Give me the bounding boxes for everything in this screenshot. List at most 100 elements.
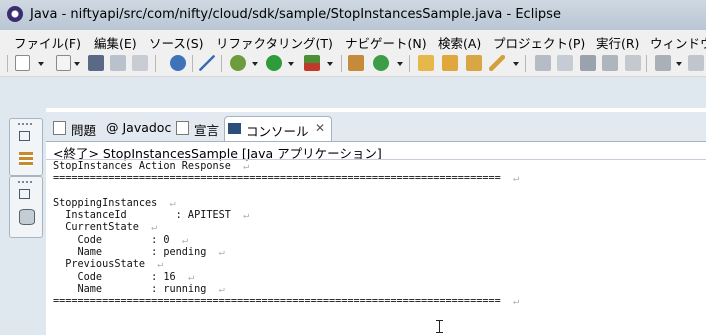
eclipse-icon (7, 6, 23, 22)
external-tools-dropdown-icon[interactable] (327, 62, 333, 66)
prev-annotation-icon[interactable] (602, 55, 618, 71)
console-line-text: InstanceId : APITEST (53, 210, 231, 222)
left-trim-area (0, 108, 46, 335)
toolbar-separator (525, 55, 526, 72)
tab-console[interactable]: コンソール ✕ (224, 116, 332, 141)
open-type-icon[interactable] (56, 55, 71, 71)
console-output[interactable]: StopInstances Action Response ↵ =========… (53, 161, 519, 309)
database-icon[interactable] (19, 209, 35, 225)
console-line: Code : 16 ↵ (53, 272, 519, 284)
nav-icon[interactable] (688, 55, 704, 71)
settings-icon[interactable] (170, 55, 186, 71)
menu-bar: ファイル(F) 編集(E) ソース(S) リファクタリング(T) ナビゲート(N… (0, 30, 706, 51)
external-tools-icon[interactable] (304, 55, 320, 71)
console-line: ========================================… (53, 173, 519, 185)
console-line-text: Code : 0 (53, 234, 170, 246)
window-title: Java - niftyapi/src/com/nifty/cloud/sdk/… (30, 7, 561, 22)
toolbar-separator (221, 55, 222, 72)
debug-dropdown-icon[interactable] (252, 62, 258, 66)
columns-icon[interactable] (625, 55, 641, 71)
print-icon[interactable] (132, 55, 148, 71)
save-all-icon[interactable] (110, 55, 126, 71)
console-view: <終了> StopInstancesSample [Java アプリケーション]… (46, 141, 706, 336)
toolbar-separator (192, 55, 193, 72)
declaration-icon (176, 121, 189, 135)
menu-edit[interactable]: 編集(E) (94, 33, 137, 52)
main-toolbar (0, 51, 706, 77)
console-line-text: CurrentState (53, 222, 139, 234)
back-icon[interactable] (655, 55, 671, 71)
console-line: Name : pending ↵ (53, 247, 519, 259)
console-line-text: Code : 16 (53, 271, 176, 283)
console-line: StoppingInstances ↵ (53, 198, 519, 210)
console-line-text: Name : pending (53, 247, 207, 259)
tab-problems[interactable]: 問題 (50, 116, 100, 140)
menu-source[interactable]: ソース(S) (149, 33, 204, 52)
tab-declaration-label: 宣言 (194, 123, 220, 138)
run-dropdown-icon[interactable] (288, 62, 294, 66)
console-line-text: ========================================… (53, 173, 501, 185)
tab-declaration[interactable]: 宣言 (173, 116, 221, 140)
line-break-mark-icon: ↵ (500, 296, 520, 308)
new-icon[interactable] (15, 55, 30, 71)
tab-javadoc-label: @ Javadoc (106, 120, 172, 135)
console-line-text: Name : running (53, 283, 207, 295)
tab-problems-label: 問題 (71, 123, 97, 138)
tab-javadoc[interactable]: @ Javadoc (103, 116, 173, 140)
run-icon[interactable] (266, 55, 282, 71)
hierarchy-icon[interactable] (19, 152, 33, 166)
toolbar-separator (155, 55, 156, 72)
console-divider (46, 159, 706, 160)
menu-project[interactable]: プロジェクト(P) (493, 33, 585, 52)
restore-icon[interactable] (19, 189, 30, 199)
drag-handle[interactable] (18, 123, 34, 125)
line-break-mark-icon: ↵ (145, 259, 164, 271)
console-line: Code : 0 ↵ (53, 235, 519, 247)
forward-icon[interactable] (535, 55, 551, 71)
line-break-mark-icon: ↵ (169, 234, 188, 246)
menu-run[interactable]: 実行(R) (596, 33, 639, 52)
menu-refactor[interactable]: リファクタリング(T) (216, 33, 333, 52)
text-cursor-icon (436, 320, 443, 333)
debug-icon[interactable] (230, 55, 246, 71)
view-tab-bar: 問題 @ Javadoc 宣言 コンソール ✕ (46, 112, 706, 141)
menu-window[interactable]: ウィンドウ (650, 33, 706, 52)
toolbar-separator (409, 55, 410, 72)
pen-dropdown-icon[interactable] (513, 62, 519, 66)
console-icon (228, 123, 241, 134)
menu-file[interactable]: ファイル(F) (14, 33, 81, 52)
pen-icon[interactable] (489, 55, 505, 71)
line-break-mark-icon: ↵ (138, 222, 158, 234)
new-dropdown-icon[interactable] (38, 62, 44, 66)
menu-navigate[interactable]: ナビゲート(N) (345, 33, 427, 52)
line-break-mark-icon: ↵ (206, 283, 225, 295)
console-line-text: StoppingInstances (53, 197, 158, 209)
save-icon[interactable] (88, 55, 104, 71)
console-line: PreviousState ↵ (53, 259, 519, 271)
pin-icon[interactable] (557, 55, 573, 71)
console-line: InstanceId : APITEST ↵ (53, 210, 519, 222)
line-break-mark-icon: ↵ (230, 161, 250, 172)
menu-search[interactable]: 検索(A) (438, 33, 481, 52)
close-icon[interactable]: ✕ (315, 121, 325, 135)
open-type-dropdown-icon[interactable] (74, 62, 80, 66)
next-annotation-icon[interactable] (580, 55, 596, 71)
problems-icon (53, 121, 66, 135)
skip-breakpoints-icon[interactable] (199, 55, 215, 71)
edit-folder-icon[interactable] (466, 55, 482, 71)
toolbar-separator (646, 55, 647, 72)
drag-handle[interactable] (18, 181, 34, 183)
refresh-icon[interactable] (373, 55, 389, 71)
refresh-dropdown-icon[interactable] (397, 62, 403, 66)
title-bar: Java - niftyapi/src/com/nifty/cloud/sdk/… (0, 0, 706, 30)
console-line: StopInstances Action Response ↵ (53, 161, 519, 173)
minimized-view-stack (9, 118, 43, 176)
console-line-text: StopInstances Action Response (53, 161, 231, 172)
open-project-icon[interactable] (442, 55, 458, 71)
restore-icon[interactable] (19, 131, 30, 141)
back-dropdown-icon[interactable] (676, 62, 682, 66)
open-folder-icon[interactable] (418, 55, 434, 71)
line-break-mark-icon: ↵ (157, 197, 176, 209)
new-java-class-icon[interactable] (348, 55, 364, 71)
